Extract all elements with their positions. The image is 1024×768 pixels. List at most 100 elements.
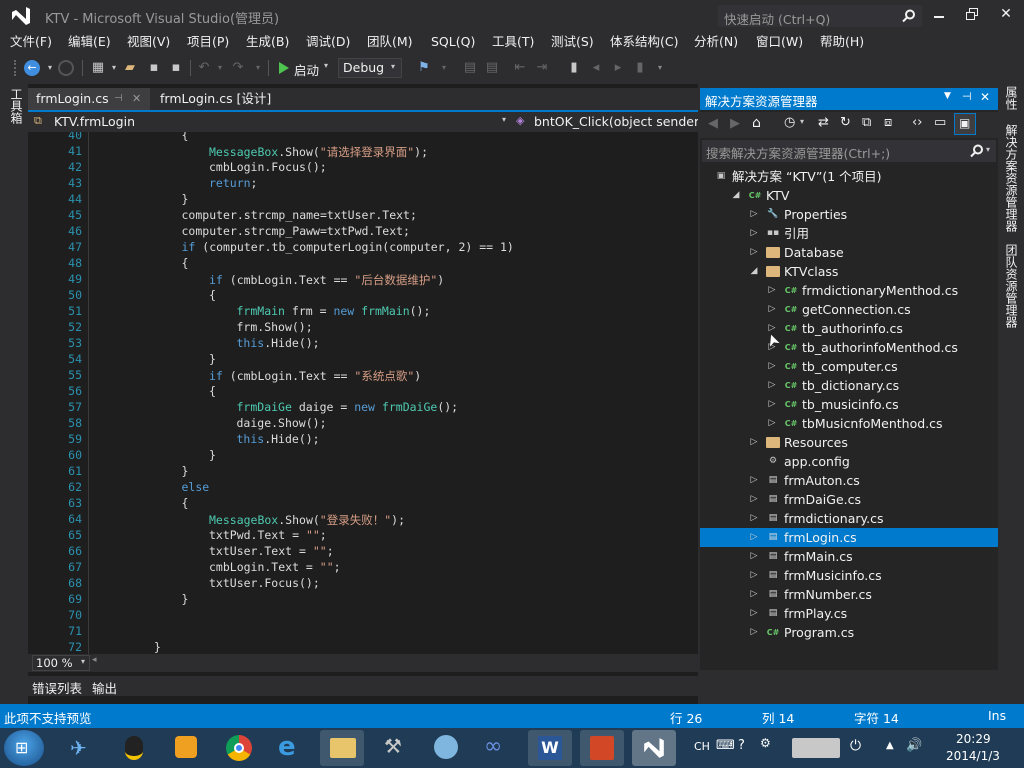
clear-bookmarks-icon[interactable]: ▮ [632,60,648,76]
code-editor[interactable]: 40{41 MessageBox.Show("请选择登录界面"); 42 cmbLog… [28,132,698,654]
taskbar-app[interactable]: ⚒ [372,730,416,766]
menu-file[interactable]: 文件(F) [10,32,52,52]
menu-test[interactable]: 测试(S) [551,32,594,52]
redo-icon[interactable]: ↷ [230,60,246,76]
collapsed-arrow-icon[interactable]: ▷ [748,547,760,566]
solution-explorer-tab[interactable]: 解决方案资源管理器 [1003,124,1020,232]
collapsed-arrow-icon[interactable]: ▷ [748,509,760,528]
forward-icon[interactable]: ▶ [730,116,740,131]
tree-item[interactable]: ▷ Database [700,243,998,262]
taskbar-app-active[interactable] [632,730,676,766]
back-icon[interactable]: ◀ [708,116,718,131]
chevron-down-icon[interactable]: ▾ [212,60,228,76]
tree-item[interactable]: ▷ Resources [700,433,998,452]
volume-icon[interactable]: 🔊 [906,738,922,753]
find-in-files-icon[interactable]: ⚑ [416,60,432,76]
solution-configuration-select[interactable]: Debug ▾ [338,58,402,78]
taskbar-app[interactable] [424,730,468,766]
uncomment-icon[interactable]: ▤ [484,60,500,76]
scroll-left-icon[interactable]: ◂ [92,655,97,665]
minimize-button[interactable] [932,8,946,22]
tree-item[interactable]: ▷ C# tb_authorinfo.cs [700,319,998,338]
chevron-down-icon[interactable]: ▾ [986,145,990,154]
taskbar-app[interactable] [216,730,260,766]
chevron-down-icon[interactable]: ▾ [436,60,452,76]
tree-item[interactable]: ▷ C# tb_authorinfoMenthod.cs [700,338,998,357]
menu-architecture[interactable]: 体系结构(C) [610,32,678,52]
taskbar-app[interactable] [580,730,624,766]
collapsed-arrow-icon[interactable]: ▷ [766,300,778,319]
collapsed-arrow-icon[interactable]: ▷ [766,281,778,300]
tab-output[interactable]: 输出 [92,678,117,697]
close-tab-icon[interactable]: ✕ [132,88,141,110]
collapsed-arrow-icon[interactable]: ▷ [748,205,760,224]
chevron-down-icon[interactable]: ▾ [106,60,122,76]
collapsed-arrow-icon[interactable]: ▷ [748,471,760,490]
tree-item[interactable]: ◢ C# KTV [700,186,998,205]
collapsed-arrow-icon[interactable]: ▷ [748,528,760,547]
menu-build[interactable]: 生成(B) [246,32,289,52]
menu-analyze[interactable]: 分析(N) [694,32,738,52]
close-panel-icon[interactable]: ✕ [980,90,990,104]
pin-icon[interactable]: ⊣ [962,90,972,103]
quick-launch-box[interactable]: 快速启动 (Ctrl+Q) [718,5,922,27]
collapsed-arrow-icon[interactable]: ▷ [748,623,760,642]
collapsed-arrow-icon[interactable]: ▷ [748,433,760,452]
comment-icon[interactable]: ▤ [462,60,478,76]
taskbar-app[interactable] [164,730,208,766]
navigate-back-icon[interactable]: ← [24,60,40,76]
sync-icon[interactable]: ⇄ [818,115,829,130]
tree-item[interactable]: ▷ C# tb_musicinfo.cs [700,395,998,414]
input-toolbar-widget[interactable] [792,738,840,758]
refresh-icon[interactable]: ↻ [840,115,851,130]
zoom-select[interactable]: 100 % ▾ [32,655,90,671]
menu-help[interactable]: 帮助(H) [820,32,864,52]
close-window-button[interactable]: ✕ [998,6,1014,22]
expanded-arrow-icon[interactable]: ◢ [748,262,760,281]
collapsed-arrow-icon[interactable]: ▷ [748,585,760,604]
menu-tools[interactable]: 工具(T) [492,32,534,52]
taskbar-app[interactable] [112,730,156,766]
new-project-icon[interactable]: ▦ [90,60,106,76]
increase-indent-icon[interactable]: ⇥ [534,60,550,76]
open-file-icon[interactable]: ▰ [122,60,138,76]
tree-item[interactable]: ▷ 🔧 Properties [700,205,998,224]
settings-icon[interactable]: ⚙ [760,736,771,750]
tree-item[interactable]: ▷ C# frmdictionaryMenthod.cs [700,281,998,300]
toolbar-options-icon[interactable]: ▾ [652,60,668,76]
search-icon[interactable] [902,9,916,23]
navigate-forward-icon[interactable] [58,60,74,76]
clock-time[interactable]: 20:29 [956,732,991,746]
tab-frmlogin-cs[interactable]: frmLogin.cs ⊣ ✕ [28,88,150,110]
chevron-down-icon[interactable]: ▾ [800,117,804,126]
tree-item[interactable]: ▷ C# tb_computer.cs [700,357,998,376]
collapsed-arrow-icon[interactable]: ▷ [766,414,778,433]
start-button[interactable]: ⊞ [4,730,44,766]
show-all-files-icon[interactable]: ⧈ [884,115,892,130]
decrease-indent-icon[interactable]: ⇤ [512,60,528,76]
solution-search-box[interactable]: 搜索解决方案资源管理器(Ctrl+;) ▾ [702,140,996,162]
restore-button[interactable] [966,8,980,22]
collapsed-arrow-icon[interactable]: ▷ [748,604,760,623]
view-code-icon[interactable]: ‹› [912,115,922,130]
tree-item[interactable]: ▷ C# tbMusicnfoMenthod.cs [700,414,998,433]
collapsed-arrow-icon[interactable]: ▷ [748,490,760,509]
properties-tab[interactable]: 属性 [1003,86,1020,110]
taskbar-app[interactable]: ✈ [58,730,102,766]
team-explorer-tab[interactable]: 团队资源管理器 [1003,244,1020,328]
tree-item[interactable]: ▷ ▪▪ 引用 [700,224,998,243]
preview-selected-items-button[interactable]: ▣ [954,113,976,135]
menu-window[interactable]: 窗口(W) [756,32,803,52]
toolbar-grip[interactable] [14,60,18,76]
keyboard-icon[interactable]: ⌨ [716,738,735,753]
menu-debug[interactable]: 调试(D) [306,32,350,52]
tab-frmlogin-designer[interactable]: frmLogin.cs [设计] [152,88,279,110]
previous-bookmark-icon[interactable]: ◂ [588,60,604,76]
tree-item[interactable]: ▷ ▤ frmPlay.cs [700,604,998,623]
menu-sql[interactable]: SQL(Q) [431,32,475,52]
tree-item[interactable]: ▷ ▤ frmMusicinfo.cs [700,566,998,585]
collapsed-arrow-icon[interactable]: ▷ [766,376,778,395]
tree-item-selected[interactable]: ▷ ▤ frmLogin.cs [700,528,998,547]
save-all-icon[interactable]: ▪ [168,60,184,76]
tree-item[interactable]: ▷ C# getConnection.cs [700,300,998,319]
